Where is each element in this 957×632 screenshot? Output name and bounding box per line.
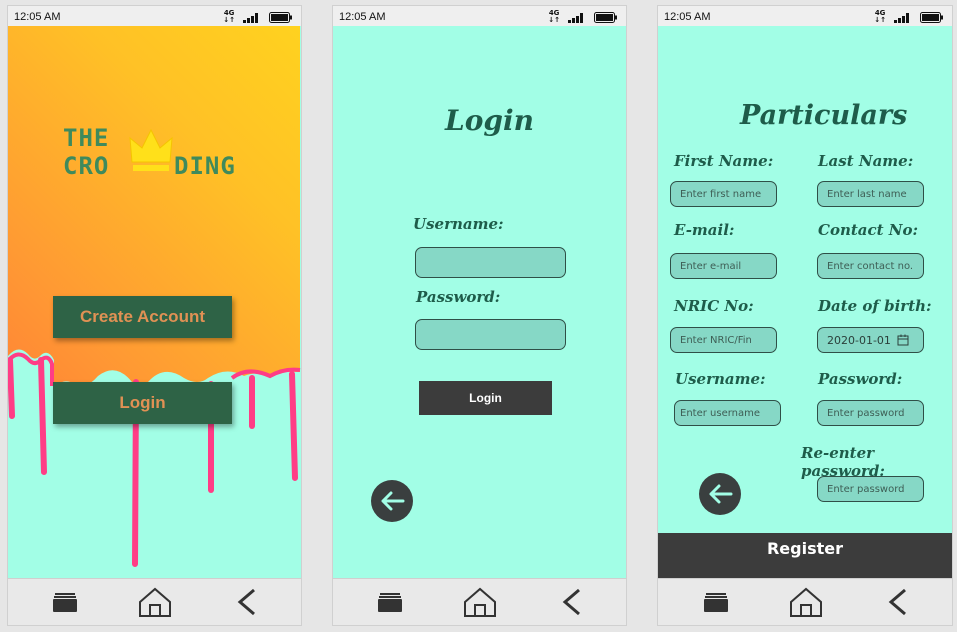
network-indicator: 4G ↓↑	[223, 9, 235, 24]
dob-value: 2020-01-01	[827, 333, 891, 347]
phone-particulars: 12:05 AM 4G ↓↑ Particulars First Name: La…	[657, 5, 953, 626]
crown-icon	[129, 128, 173, 171]
back-nav-icon	[562, 588, 580, 616]
app-logo: THE CRO DING	[63, 124, 253, 186]
recents-icon	[704, 593, 728, 612]
recents-button[interactable]	[47, 587, 83, 617]
logo-line1: THE	[63, 124, 110, 152]
particulars-screen: Particulars First Name: Last Name: Enter…	[658, 26, 952, 580]
back-arrow-icon	[709, 484, 733, 504]
battery-icon	[594, 11, 617, 23]
email-input[interactable]: Enter e-mail	[670, 253, 777, 279]
home-icon	[790, 587, 822, 617]
status-time: 12:05 AM	[339, 11, 386, 23]
last-name-label: Last Name:	[818, 152, 914, 170]
particulars-title: Particulars	[740, 100, 908, 131]
username-input[interactable]	[415, 247, 566, 278]
create-account-button[interactable]: Create Account	[53, 296, 232, 338]
back-button[interactable]	[699, 473, 741, 515]
dob-label: Date of birth:	[818, 297, 932, 315]
network-indicator: 4G ↓↑	[874, 9, 886, 24]
battery-icon	[269, 11, 292, 23]
battery-icon	[920, 11, 943, 23]
contact-label: Contact No:	[818, 221, 919, 239]
back-nav-icon	[237, 588, 255, 616]
back-arrow-icon	[381, 491, 405, 511]
password-input[interactable]: Enter password	[817, 400, 924, 426]
login-screen: Login Username: Password: Login	[333, 26, 626, 580]
reenter-password-input[interactable]: Enter password	[817, 476, 924, 502]
signal-icon	[894, 12, 909, 23]
login-submit-button[interactable]: Login	[419, 381, 552, 415]
recents-icon	[378, 593, 402, 612]
nric-label: NRIC No:	[674, 297, 754, 315]
home-icon	[139, 587, 171, 617]
nav-bar	[8, 578, 301, 625]
first-name-label: First Name:	[674, 152, 774, 170]
home-icon	[464, 587, 496, 617]
home-button[interactable]	[137, 587, 173, 617]
login-title: Login	[445, 104, 534, 137]
back-nav-button[interactable]	[554, 587, 590, 617]
status-time: 12:05 AM	[14, 11, 61, 23]
back-nav-icon	[888, 588, 906, 616]
password-label: Password:	[416, 288, 501, 306]
last-name-input[interactable]: Enter last name	[817, 181, 924, 207]
recents-icon	[53, 593, 77, 612]
home-button[interactable]	[462, 587, 498, 617]
username-label: Username:	[413, 215, 504, 233]
register-button[interactable]: Register	[658, 533, 952, 580]
welcome-screen: THE CRO DING Create Account Login	[8, 26, 301, 580]
recents-button[interactable]	[372, 587, 408, 617]
calendar-icon[interactable]	[897, 334, 909, 346]
back-button[interactable]	[371, 480, 413, 522]
back-nav-button[interactable]	[229, 587, 265, 617]
phone-login: 12:05 AM 4G ↓↑ Login Username: Password: …	[332, 5, 627, 626]
home-button[interactable]	[788, 587, 824, 617]
contact-input[interactable]: Enter contact no.	[817, 253, 924, 279]
login-button[interactable]: Login	[53, 382, 232, 424]
phone-welcome: 12:05 AM 4G ↓↑ THE CRO DING Create Accou…	[7, 5, 302, 626]
logo-line2-right: DING	[174, 152, 236, 180]
email-label: E-mail:	[674, 221, 735, 239]
register-label: Register	[766, 539, 844, 558]
back-nav-button[interactable]	[880, 587, 916, 617]
status-bar: 12:05 AM 4G ↓↑	[333, 6, 626, 26]
username-input[interactable]: Enter username	[674, 400, 781, 426]
signal-icon	[568, 12, 583, 23]
logo-line2-left: CRO	[63, 152, 110, 180]
username-label: Username:	[675, 370, 766, 388]
recents-button[interactable]	[698, 587, 734, 617]
nav-bar	[333, 578, 626, 625]
password-input[interactable]	[415, 319, 566, 350]
reenter-password-label: Re-enter password:	[801, 444, 885, 480]
network-indicator: 4G ↓↑	[548, 9, 560, 24]
status-time: 12:05 AM	[664, 11, 711, 23]
dob-picker[interactable]: 2020-01-01	[817, 327, 924, 353]
signal-icon	[243, 12, 258, 23]
nric-input[interactable]: Enter NRIC/Fin	[670, 327, 777, 353]
status-bar: 12:05 AM 4G ↓↑	[8, 6, 301, 26]
status-bar: 12:05 AM 4G ↓↑	[658, 6, 952, 26]
first-name-input[interactable]: Enter first name	[670, 181, 777, 207]
password-label: Password:	[818, 370, 903, 388]
nav-bar	[658, 578, 952, 625]
